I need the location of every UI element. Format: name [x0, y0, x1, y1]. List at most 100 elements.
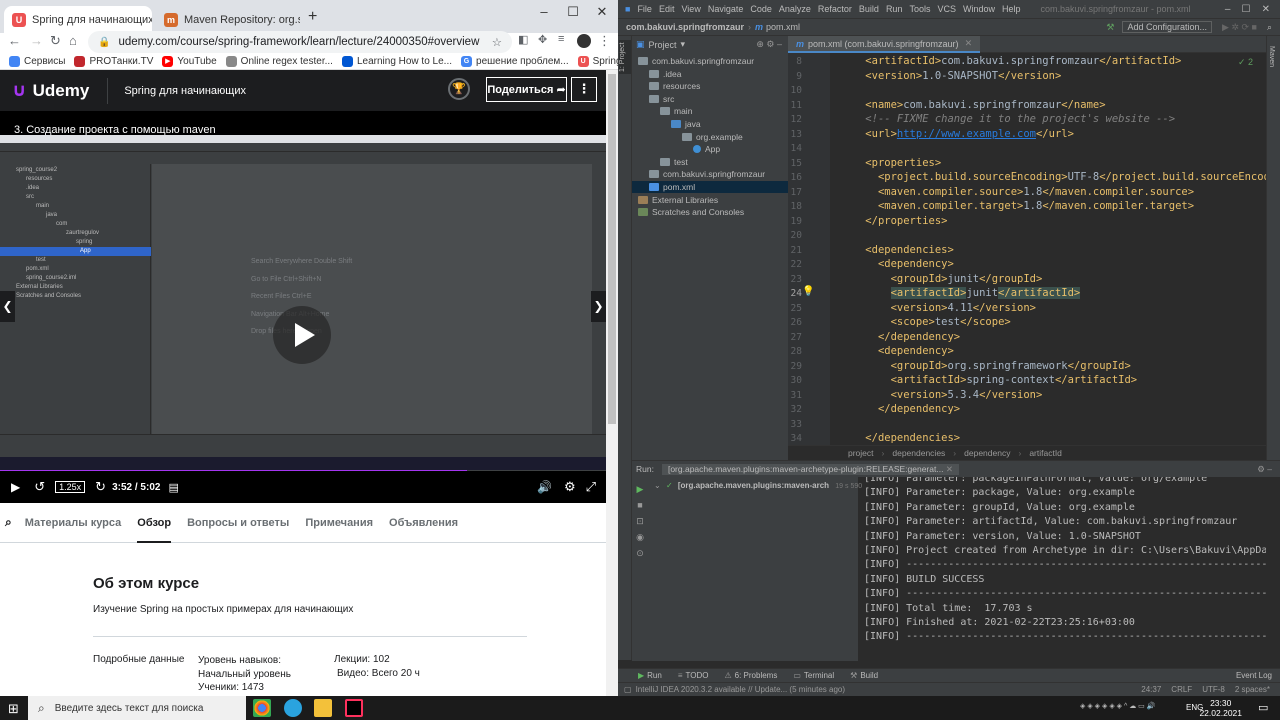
bookmark-coursera[interactable]: Learning How to Le...	[341, 55, 452, 67]
run-panel-tools[interactable]: ⚙ –	[1257, 464, 1272, 475]
stop-icon[interactable]: ■	[632, 497, 648, 513]
menu-run[interactable]: Run	[886, 4, 903, 14]
pin-icon[interactable]: ⊡	[632, 513, 648, 529]
bookmark-services[interactable]: Сервисы	[9, 55, 65, 67]
run-tree-item[interactable]: ⌄ ✓ [org.apache.maven.plugins:maven-arch…	[654, 481, 873, 490]
editor[interactable]: m pom.xml (com.bakuvi.springfromzaur) ✕ …	[788, 36, 1280, 460]
bookmark-youtube[interactable]: ▶ YouTube	[162, 55, 217, 67]
menu-edit[interactable]: Edit	[659, 4, 675, 14]
menu-help[interactable]: Help	[1002, 4, 1021, 14]
close-tab-icon[interactable]: ✕	[946, 464, 953, 474]
close-tab-icon[interactable]: ✕	[965, 38, 973, 49]
status-caret-position[interactable]: 24:37	[1141, 685, 1161, 694]
udemy-logo[interactable]: ∪ Udemy	[12, 80, 89, 101]
inspection-ok-icon[interactable]: ✓ 2	[1238, 57, 1253, 68]
notes-icon[interactable]: ▤	[168, 481, 178, 494]
nav-project[interactable]: com.bakuvi.springfromzaur	[626, 22, 744, 32]
chrome-taskbar-icon[interactable]	[253, 699, 271, 717]
volume-icon[interactable]: 🔊	[537, 480, 552, 494]
telegram-taskbar-icon[interactable]	[284, 699, 302, 717]
bottom-tab-terminal[interactable]: Terminal	[804, 671, 834, 680]
browser-tab-udemy[interactable]: U Spring для начинающих | Udem ✕	[4, 6, 152, 33]
tree-item[interactable]: App	[632, 143, 788, 155]
add-configuration-button[interactable]: Add Configuration...	[1122, 21, 1212, 33]
rerun-icon[interactable]: ▶	[632, 481, 648, 497]
explorer-taskbar-icon[interactable]	[314, 699, 332, 717]
next-lecture-icon[interactable]: ❯	[591, 291, 606, 322]
trophy-icon[interactable]: 🏆	[448, 78, 470, 100]
project-label[interactable]: Project	[649, 40, 677, 50]
lightbulb-icon[interactable]: 💡	[802, 286, 814, 297]
tree-item[interactable]: resources	[632, 80, 788, 92]
tree-item[interactable]: Scratches and Consoles	[632, 206, 788, 218]
menu-vcs[interactable]: VCS	[937, 4, 956, 14]
maximize-icon[interactable]: ☐	[559, 4, 587, 20]
address-bar[interactable]: 🔒 udemy.com/course/spring-framework/lear…	[88, 31, 512, 53]
tab-notes[interactable]: Примечания	[305, 503, 373, 543]
hammer-icon[interactable]: ⚒	[1106, 22, 1114, 33]
run-tab[interactable]: [org.apache.maven.plugins:maven-archetyp…	[661, 463, 959, 475]
run-toolbar-icons[interactable]: ▶ ✲ ⟳ ■	[1222, 22, 1257, 33]
bottom-tab-build[interactable]: Build	[860, 671, 878, 680]
tree-item[interactable]: java	[632, 118, 788, 130]
eye-icon[interactable]: ◉	[632, 529, 648, 545]
menu-file[interactable]: File	[637, 4, 652, 14]
menu-window[interactable]: Window	[963, 4, 995, 14]
tree-item[interactable]: src	[632, 93, 788, 105]
menu-navigate[interactable]: Navigate	[708, 4, 744, 14]
puzzle-icon[interactable]: ✥	[538, 33, 547, 46]
tree-item[interactable]: pom.xml	[632, 181, 788, 193]
video-player[interactable]: 3. Создание проекта с помощью maven spri…	[0, 111, 606, 503]
tree-item[interactable]: org.example	[632, 131, 788, 143]
menu-tools[interactable]: Tools	[909, 4, 930, 14]
forward-icon[interactable]: ↻	[95, 479, 106, 495]
filter-icon[interactable]: ⊙	[632, 545, 648, 561]
console-scrollbar[interactable]	[1268, 477, 1280, 661]
project-panel-tools[interactable]: ⊕ ⚙ –	[756, 39, 782, 50]
breadcrumb-item[interactable]: project	[848, 448, 874, 458]
bottom-tab-problems[interactable]: 6: Problems	[735, 671, 778, 680]
menu-code[interactable]: Code	[750, 4, 772, 14]
menu-view[interactable]: View	[681, 4, 700, 14]
editor-tab-pom[interactable]: m pom.xml (com.bakuvi.springfromzaur) ✕	[788, 36, 981, 53]
tree-item[interactable]: .idea	[632, 68, 788, 80]
status-indent[interactable]: 2 spaces*	[1235, 685, 1270, 694]
breadcrumb-item[interactable]: dependency	[964, 448, 1010, 458]
tree-item[interactable]: com.bakuvi.springfromzaur	[632, 168, 788, 180]
tray-icons[interactable]: ◈ ◈ ◈ ◈ ◈ ◈ ^ ☁ ▭ 🔊	[1080, 702, 1155, 710]
forward-icon[interactable]: →	[30, 33, 43, 48]
notifications-icon[interactable]: ▭	[1258, 701, 1268, 714]
scrollbar-thumb[interactable]	[608, 74, 616, 424]
breadcrumb-item[interactable]: dependencies	[892, 448, 945, 458]
ide-window-controls[interactable]: – ☐ ✕	[1225, 4, 1270, 15]
status-message[interactable]: IntelliJ IDEA 2020.3.2 available // Upda…	[636, 685, 845, 694]
prev-lecture-icon[interactable]: ❮	[0, 291, 15, 322]
tree-item[interactable]: com.bakuvi.springfromzaur	[632, 55, 788, 67]
menu-build[interactable]: Build	[859, 4, 879, 14]
status-encoding[interactable]: UTF-8	[1202, 685, 1225, 694]
breadcrumb-item[interactable]: artifactId	[1029, 448, 1062, 458]
course-title[interactable]: Spring для начинающих	[124, 85, 246, 97]
event-log-button[interactable]: Event Log	[1236, 671, 1272, 680]
back-icon[interactable]: ←	[8, 33, 21, 48]
menu-analyze[interactable]: Analyze	[779, 4, 811, 14]
play-icon[interactable]	[273, 306, 331, 364]
page-scrollbar[interactable]	[606, 70, 618, 696]
tree-item[interactable]: test	[632, 156, 788, 168]
reload-icon[interactable]: ↻	[50, 33, 61, 49]
close-window-icon[interactable]: ✕	[588, 4, 616, 20]
new-tab-icon[interactable]: +	[308, 8, 317, 26]
tab-qa[interactable]: Вопросы и ответы	[187, 503, 289, 543]
bookmark-google[interactable]: Gрешение проблем...	[461, 55, 569, 67]
avatar[interactable]	[577, 34, 591, 48]
rewind-icon[interactable]: ↺	[34, 479, 45, 495]
play-control-icon[interactable]: ▶	[11, 480, 20, 494]
maven-tool-button[interactable]: Maven	[1268, 46, 1275, 67]
share-button[interactable]: Поделиться ➦	[486, 77, 567, 102]
tree-item[interactable]: main	[632, 105, 788, 117]
bookmark-regex[interactable]: Online regex tester...	[225, 55, 333, 67]
speed-button[interactable]: 1.25x	[55, 481, 86, 493]
fullscreen-icon[interactable]: ⤢	[586, 479, 596, 495]
status-line-separator[interactable]: CRLF	[1171, 685, 1192, 694]
nav-file[interactable]: pom.xml	[766, 22, 800, 32]
